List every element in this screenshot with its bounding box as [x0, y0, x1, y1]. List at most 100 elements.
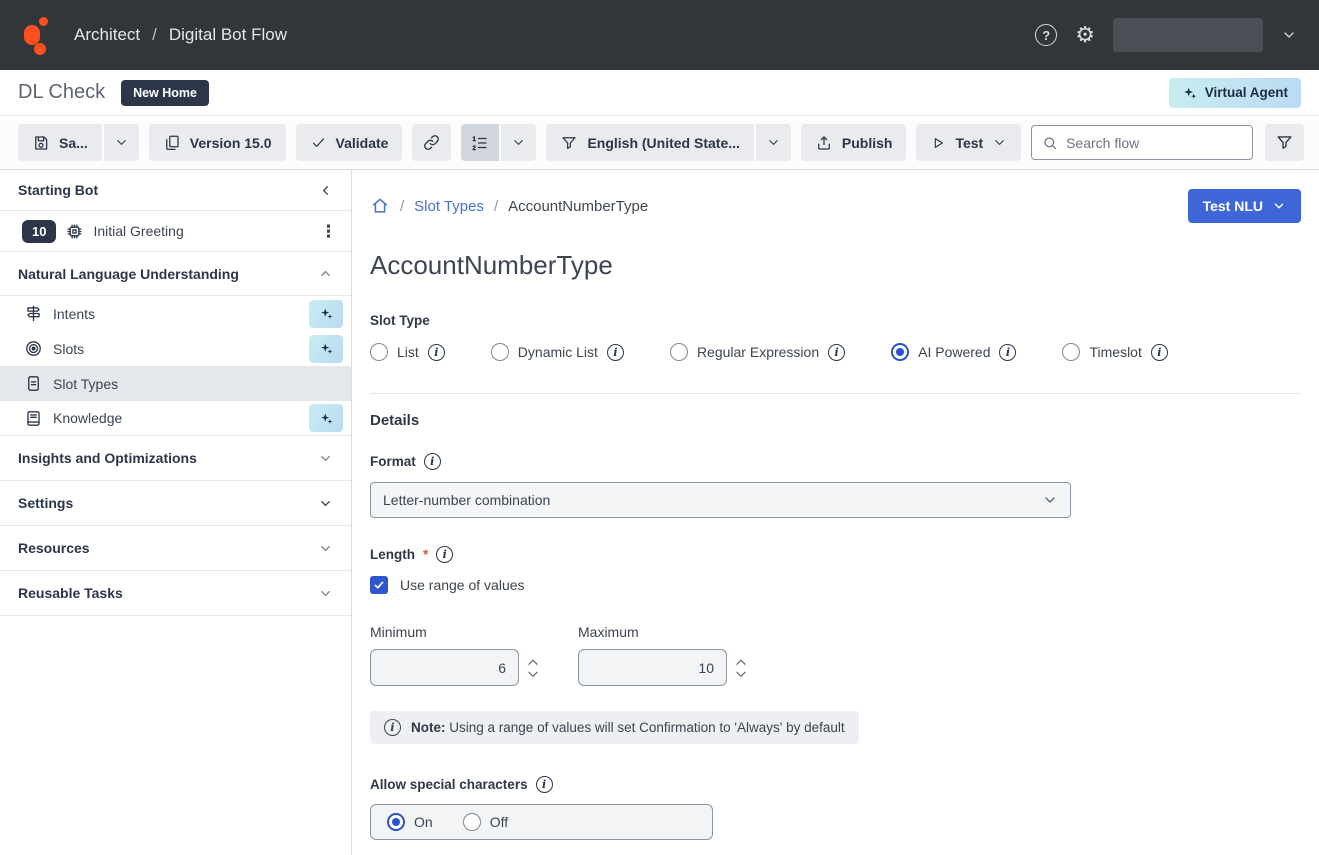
radio-circle[interactable] — [463, 813, 481, 831]
genesys-logo-icon — [22, 15, 52, 55]
collapse-sidebar-icon[interactable] — [318, 183, 333, 198]
format-select[interactable]: Letter-number combination — [370, 482, 1071, 518]
sidebar-item-label: Knowledge — [53, 410, 122, 426]
info-icon[interactable]: i — [424, 453, 441, 470]
info-icon[interactable]: i — [428, 344, 445, 361]
numbered-list-button[interactable]: 12 — [461, 124, 499, 161]
breadcrumb-current: AccountNumberType — [508, 198, 648, 215]
info-icon[interactable]: i — [1151, 344, 1168, 361]
language-split-button: English (United State... — [546, 124, 790, 161]
home-breadcrumb-link[interactable] — [370, 196, 390, 216]
use-range-checkbox-row[interactable]: Use range of values — [370, 576, 1301, 594]
info-icon[interactable]: i — [607, 344, 624, 361]
version-button[interactable]: Version 15.0 — [149, 124, 286, 161]
intents-ai-button[interactable] — [309, 300, 343, 328]
radio-option-ai-powered[interactable]: AI Powered i — [891, 343, 1016, 361]
save-split-button: Sa... — [18, 124, 139, 161]
spinner-up-icon[interactable] — [526, 657, 540, 667]
slots-ai-button[interactable] — [309, 335, 343, 363]
knowledge-ai-button[interactable] — [309, 404, 343, 432]
maximum-spinner — [734, 657, 748, 679]
special-chars-toggle-group: On Off — [370, 804, 713, 840]
chevron-down-icon — [114, 135, 129, 150]
save-menu-button[interactable] — [104, 124, 139, 161]
search-flow-input[interactable] — [1066, 135, 1242, 151]
save-button[interactable]: Sa... — [18, 124, 102, 161]
chevron-down-icon — [992, 135, 1007, 150]
spinner-down-icon[interactable] — [734, 669, 748, 679]
info-icon[interactable]: i — [436, 546, 453, 563]
sidebar-section-starting-bot[interactable]: Starting Bot — [0, 170, 351, 211]
checkbox-checked[interactable] — [370, 576, 388, 594]
details-divider — [370, 393, 1301, 394]
note-body: Using a range of values will set Confirm… — [449, 720, 844, 735]
radio-option-timeslot[interactable]: Timeslot i — [1062, 343, 1167, 361]
radio-circle[interactable] — [1062, 343, 1080, 361]
link-button[interactable] — [412, 124, 451, 161]
app-breadcrumb-separator: / — [152, 25, 157, 45]
sidebar-item-slot-types[interactable]: Slot Types — [0, 366, 351, 401]
virtual-agent-label: Virtual Agent — [1205, 85, 1288, 100]
breadcrumb: / Slot Types / AccountNumberType Test NL… — [370, 188, 1301, 224]
help-icon[interactable]: ? — [1035, 24, 1057, 46]
info-icon[interactable]: i — [999, 344, 1016, 361]
chevron-down-icon — [511, 135, 526, 150]
filter-funnel-icon — [1275, 133, 1294, 152]
chevron-down-icon[interactable] — [1281, 27, 1297, 43]
validate-button[interactable]: Validate — [296, 124, 403, 161]
publish-label: Publish — [842, 135, 893, 151]
language-menu-button[interactable] — [756, 124, 791, 161]
link-icon — [422, 133, 441, 152]
chevron-down-icon — [318, 586, 333, 601]
search-icon — [1042, 134, 1058, 152]
info-icon[interactable]: i — [828, 344, 845, 361]
sidebar-section-resources[interactable]: Resources — [0, 526, 351, 571]
breadcrumb-slot-types-link[interactable]: Slot Types — [414, 198, 484, 215]
radio-circle-selected[interactable] — [891, 343, 909, 361]
sidebar: Starting Bot 10 Initial Greeting ⋮ Natur… — [0, 170, 352, 855]
radio-option-list[interactable]: List i — [370, 343, 445, 361]
radio-option-off[interactable]: Off — [463, 813, 508, 831]
filter-button[interactable] — [1265, 124, 1304, 161]
sidebar-section-nlu[interactable]: Natural Language Understanding — [0, 252, 351, 296]
virtual-agent-button[interactable]: Virtual Agent — [1169, 78, 1301, 108]
task-number-badge: 10 — [22, 220, 56, 243]
user-account-menu[interactable] — [1113, 18, 1263, 52]
breadcrumb-separator: / — [400, 198, 404, 215]
test-button[interactable]: Test — [916, 124, 1021, 161]
spinner-down-icon[interactable] — [526, 669, 540, 679]
radio-label: On — [414, 814, 433, 830]
radio-circle[interactable] — [370, 343, 388, 361]
radio-circle-selected[interactable] — [387, 813, 405, 831]
gear-icon[interactable]: ⚙ — [1075, 24, 1095, 46]
svg-text:2: 2 — [473, 145, 477, 151]
radio-label: Timeslot — [1089, 344, 1141, 360]
sidebar-item-knowledge[interactable]: Knowledge — [0, 401, 351, 436]
radio-option-regular-expression[interactable]: Regular Expression i — [670, 343, 845, 361]
info-icon[interactable]: i — [536, 776, 553, 793]
sidebar-section-settings[interactable]: Settings — [0, 481, 351, 526]
spinner-up-icon[interactable] — [734, 657, 748, 667]
radio-option-on[interactable]: On — [387, 813, 433, 831]
radio-label: Off — [490, 814, 508, 830]
maximum-field: Maximum — [578, 624, 748, 686]
maximum-input[interactable] — [578, 649, 727, 686]
radio-option-dynamic-list[interactable]: Dynamic List i — [491, 343, 624, 361]
radio-circle[interactable] — [670, 343, 688, 361]
radio-circle[interactable] — [491, 343, 509, 361]
sidebar-item-intents[interactable]: Intents — [0, 296, 351, 331]
publish-button[interactable]: Publish — [801, 124, 907, 161]
test-nlu-button[interactable]: Test NLU — [1188, 189, 1301, 223]
check-icon — [373, 579, 385, 591]
kebab-menu-icon[interactable]: ⋮ — [320, 223, 337, 240]
outline-menu-button[interactable] — [501, 124, 536, 161]
language-button[interactable]: English (United State... — [546, 124, 753, 161]
sidebar-section-insights[interactable]: Insights and Optimizations — [0, 436, 351, 481]
chevron-down-icon — [766, 135, 781, 150]
sidebar-item-initial-greeting[interactable]: 10 Initial Greeting ⋮ — [0, 211, 351, 252]
sidebar-section-reusable-tasks[interactable]: Reusable Tasks — [0, 571, 351, 616]
outline-split-button: 12 — [461, 124, 536, 161]
minimum-input[interactable] — [370, 649, 519, 686]
length-label: Length * i — [370, 546, 1301, 563]
sidebar-item-slots[interactable]: Slots — [0, 331, 351, 366]
